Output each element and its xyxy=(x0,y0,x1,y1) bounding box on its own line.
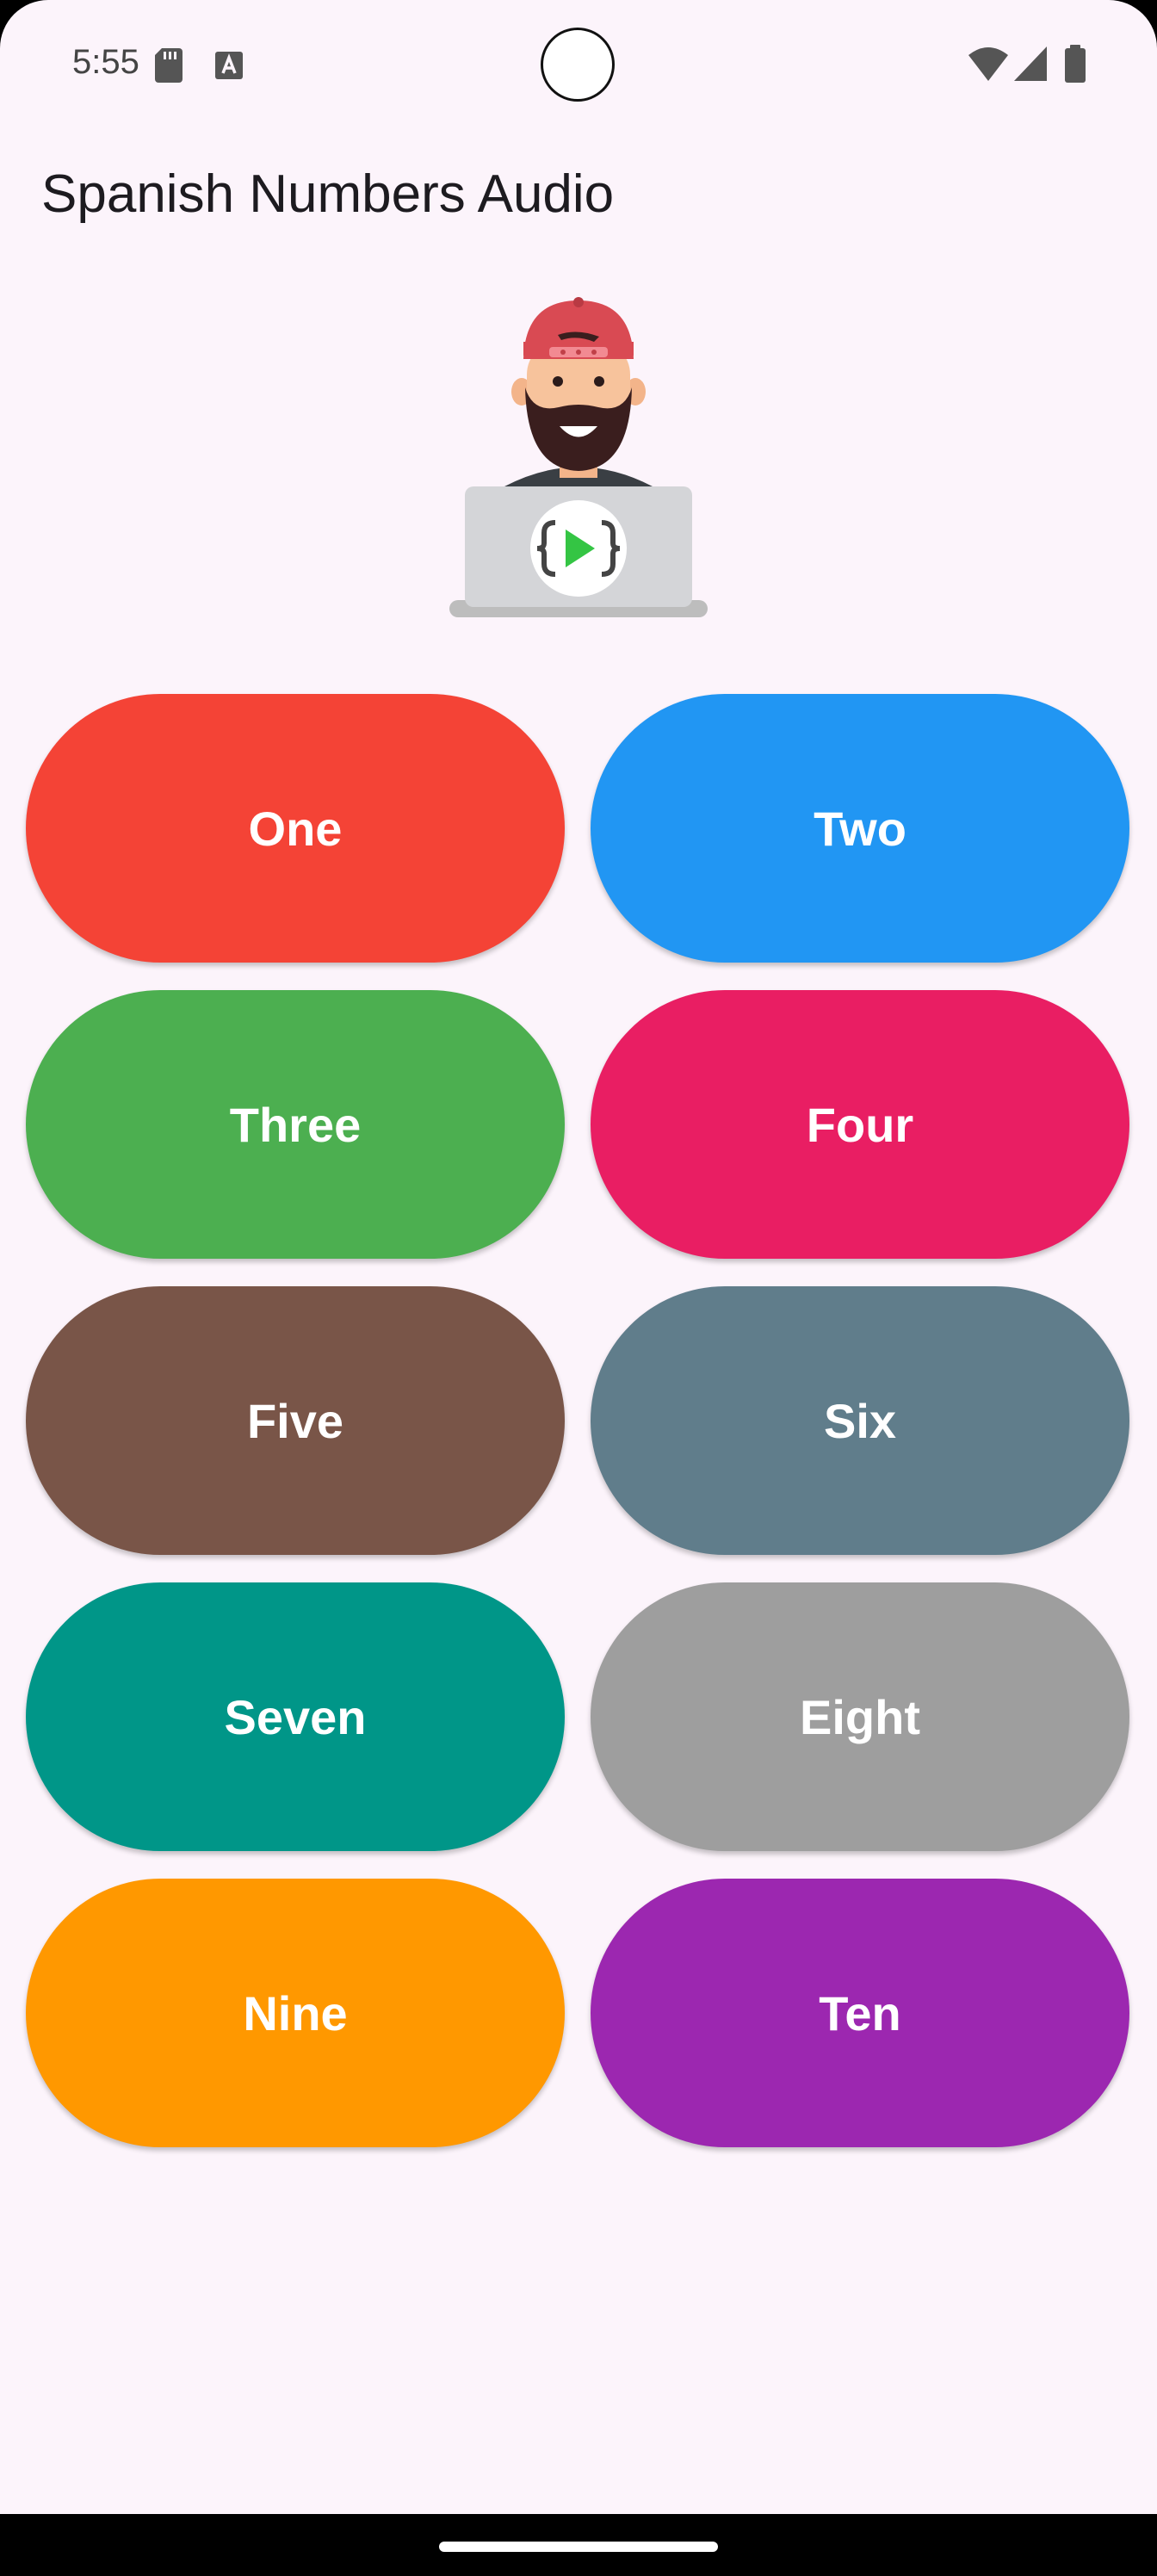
button-nine[interactable]: Nine xyxy=(26,1879,565,2147)
button-eight[interactable]: Eight xyxy=(591,1582,1129,1851)
battery-icon xyxy=(1065,45,1086,83)
button-ten[interactable]: Ten xyxy=(591,1879,1129,2147)
app-screen: 5:55 Spanish Numbers Audio One Two Three… xyxy=(0,0,1157,2576)
button-six[interactable]: Six xyxy=(591,1286,1129,1555)
status-bar: 5:55 xyxy=(0,0,1157,129)
home-handle[interactable] xyxy=(439,2542,718,2552)
camera-cutout xyxy=(541,28,615,102)
button-seven[interactable]: Seven xyxy=(26,1582,565,1851)
button-four[interactable]: Four xyxy=(591,990,1129,1259)
button-five[interactable]: Five xyxy=(26,1286,565,1555)
developer-avatar-icon xyxy=(449,297,708,617)
button-one[interactable]: One xyxy=(26,694,565,963)
font-a-icon xyxy=(215,52,243,79)
sd-card-icon xyxy=(155,48,183,83)
wifi-icon xyxy=(968,47,1008,81)
button-three[interactable]: Three xyxy=(26,990,565,1259)
page-title: Spanish Numbers Audio xyxy=(41,164,615,224)
status-time: 5:55 xyxy=(72,43,139,81)
signal-icon xyxy=(1014,46,1047,81)
button-two[interactable]: Two xyxy=(591,694,1129,963)
